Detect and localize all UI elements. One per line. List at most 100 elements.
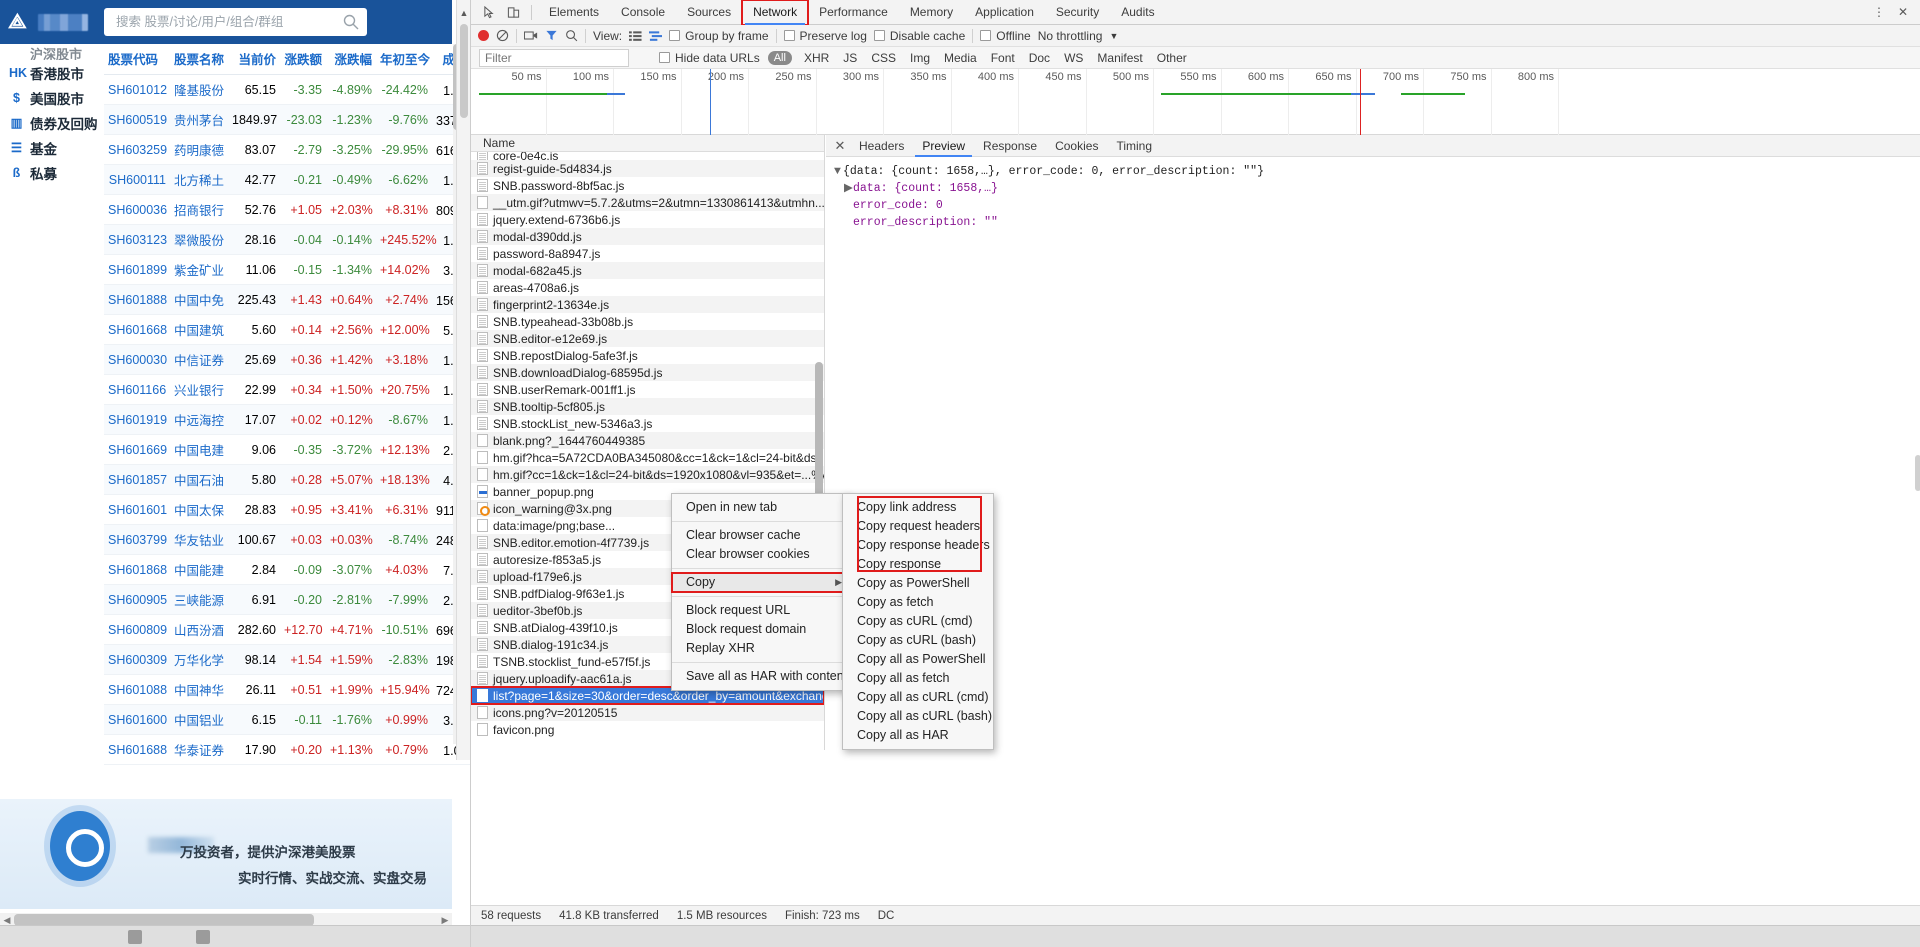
- table-row[interactable]: SH601868中国能建2.84-0.09-3.07%+4.03%7.38亿: [104, 554, 470, 585]
- preserve-log-checkbox[interactable]: Preserve log: [783, 29, 867, 43]
- request-row[interactable]: blank.png?_1644760449385: [471, 432, 824, 449]
- menu-item-open-in-new-tab[interactable]: Open in new tab: [672, 498, 850, 517]
- table-row[interactable]: SH600111北方稀土42.77-0.21-0.49%-6.62%1.01亿: [104, 164, 470, 195]
- request-row[interactable]: SNB.repostDialog-5afe3f.js: [471, 347, 824, 364]
- checkbox-icon[interactable]: [873, 30, 885, 41]
- table-row[interactable]: SH601888中国中免225.43+1.43+0.64%+2.74%1569.…: [104, 284, 470, 315]
- sidebar-item-a-shares[interactable]: 沪深股市: [0, 46, 104, 61]
- tab-performance[interactable]: Performance: [808, 0, 899, 25]
- request-row[interactable]: modal-d390dd.js: [471, 228, 824, 245]
- menu-item-copy-all-as-fetch[interactable]: Copy all as fetch: [843, 669, 993, 688]
- menu-item-copy-as-powershell[interactable]: Copy as PowerShell: [843, 574, 993, 593]
- cell-name[interactable]: 华泰证券: [170, 734, 228, 765]
- cell-name[interactable]: 中国能建: [170, 554, 228, 585]
- table-row[interactable]: SH603799华友钴业100.67+0.03+0.03%-8.74%2488.…: [104, 524, 470, 555]
- col-header-name[interactable]: 股票名称: [170, 44, 228, 75]
- cell-name[interactable]: 中远海控: [170, 404, 228, 435]
- devtools-outer-scrollbar[interactable]: ▲: [456, 0, 470, 760]
- table-row[interactable]: SH600036招商银行52.76+1.05+2.03%+8.31%8099.3…: [104, 194, 470, 225]
- request-row[interactable]: SNB.password-8bf5ac.js: [471, 177, 824, 194]
- cell-name[interactable]: 招商银行: [170, 194, 228, 225]
- cell-name[interactable]: 兴业银行: [170, 374, 228, 405]
- menu-item-clear-browser-cache[interactable]: Clear browser cache: [672, 526, 850, 545]
- cell-code[interactable]: SH601166: [104, 374, 170, 405]
- cell-code[interactable]: SH600309: [104, 644, 170, 675]
- menu-item-copy-all-as-powershell[interactable]: Copy all as PowerShell: [843, 650, 993, 669]
- cell-name[interactable]: 山西汾酒: [170, 614, 228, 645]
- menu-item-clear-browser-cookies[interactable]: Clear browser cookies: [672, 545, 850, 564]
- filter-type-media[interactable]: Media: [942, 51, 979, 65]
- tab-console[interactable]: Console: [610, 0, 676, 25]
- taskbar-app-icon[interactable]: [128, 930, 142, 944]
- checkbox-icon[interactable]: [783, 30, 795, 41]
- filter-type-manifest[interactable]: Manifest: [1095, 51, 1144, 65]
- col-header-change[interactable]: 涨跌额: [280, 44, 326, 75]
- cell-name[interactable]: 北方稀土: [170, 164, 228, 195]
- cell-code[interactable]: SH601888: [104, 284, 170, 315]
- list-view-icon[interactable]: [629, 30, 642, 42]
- filter-type-js[interactable]: JS: [841, 51, 859, 65]
- menu-item-copy[interactable]: Copy ▶: [671, 572, 851, 593]
- table-row[interactable]: SH601899紫金矿业11.06-0.15-1.34%+14.02%3.54亿: [104, 254, 470, 285]
- cell-code[interactable]: SH601919: [104, 404, 170, 435]
- request-row[interactable]: jquery.extend-6736b6.js: [471, 211, 824, 228]
- table-row[interactable]: SH603123翠微股份28.16-0.04-0.14%+245.52%1.44…: [104, 224, 470, 255]
- cell-code[interactable]: SH603123: [104, 224, 170, 255]
- table-row[interactable]: SH600030中信证券25.69+0.36+1.42%+3.18%1.16亿: [104, 344, 470, 375]
- resize-handle[interactable]: [1915, 455, 1920, 491]
- table-row[interactable]: SH601601中国太保28.83+0.95+3.41%+6.31%9112.5…: [104, 494, 470, 525]
- cell-code[interactable]: SH603799: [104, 524, 170, 555]
- cell-code[interactable]: SH601688: [104, 734, 170, 765]
- menu-item-copy-all-as-curl-bash-[interactable]: Copy all as cURL (bash): [843, 707, 993, 726]
- request-row[interactable]: SNB.typeahead-33b08b.js: [471, 313, 824, 330]
- cell-name[interactable]: 中国太保: [170, 494, 228, 525]
- cell-name[interactable]: 中国神华: [170, 674, 228, 705]
- cell-name[interactable]: 中信证券: [170, 344, 228, 375]
- sidebar-item-private-fund[interactable]: ß 私募: [0, 160, 104, 185]
- col-header-code[interactable]: 股票代码: [104, 44, 170, 75]
- request-row[interactable]: hm.gif?hca=5A72CDA0BA345080&cc=1&ck=1&cl…: [471, 449, 824, 466]
- detail-tab-response[interactable]: Response: [974, 135, 1046, 157]
- cell-name[interactable]: 华友钴业: [170, 524, 228, 555]
- tab-audits[interactable]: Audits: [1110, 0, 1165, 25]
- filter-type-img[interactable]: Img: [908, 51, 932, 65]
- network-timeline-overview[interactable]: 50 ms 100 ms 150 ms 200 ms 250 ms 300 ms 350 m…: [471, 69, 1920, 135]
- detail-tab-preview[interactable]: Preview: [913, 135, 974, 157]
- preview-line[interactable]: ▶data: {count: 1658,…}: [834, 180, 1913, 197]
- cell-code[interactable]: SH601899: [104, 254, 170, 285]
- record-button[interactable]: [478, 30, 489, 41]
- cell-code[interactable]: SH601088: [104, 674, 170, 705]
- cell-name[interactable]: 中国中免: [170, 284, 228, 315]
- search-input[interactable]: [114, 8, 329, 36]
- menu-item-copy-all-as-curl-cmd-[interactable]: Copy all as cURL (cmd): [843, 688, 993, 707]
- table-row[interactable]: SH603259药明康德83.07-2.79-3.25%-29.95%6165.…: [104, 134, 470, 165]
- cell-name[interactable]: 隆基股份: [170, 74, 228, 105]
- checkbox-icon[interactable]: [659, 52, 670, 63]
- filter-input[interactable]: [479, 48, 629, 67]
- clear-network-log-icon[interactable]: [496, 29, 509, 42]
- request-row[interactable]: fingerprint2-13634e.js: [471, 296, 824, 313]
- cell-code[interactable]: SH600036: [104, 194, 170, 225]
- tab-sources[interactable]: Sources: [676, 0, 742, 25]
- cell-code[interactable]: SH601669: [104, 434, 170, 465]
- menu-item-copy-response[interactable]: Copy response: [843, 555, 993, 574]
- cell-code[interactable]: SH601012: [104, 74, 170, 105]
- site-logo[interactable]: ⟁: [6, 6, 88, 38]
- menu-item-save-all-as-har-with-content[interactable]: Save all as HAR with content: [672, 667, 850, 686]
- cell-name[interactable]: 药明康德: [170, 134, 228, 165]
- inspect-element-icon[interactable]: [477, 2, 501, 23]
- cell-name[interactable]: 中国铝业: [170, 704, 228, 735]
- scrollbar-thumb[interactable]: [460, 24, 468, 118]
- menu-item-replay-xhr[interactable]: Replay XHR: [672, 639, 850, 658]
- cell-name[interactable]: 三峡能源: [170, 584, 228, 615]
- filter-type-all[interactable]: All: [767, 50, 792, 65]
- table-row[interactable]: SH601669中国电建9.06-0.35-3.72%+12.13%2.90亿: [104, 434, 470, 465]
- request-row[interactable]: SNB.editor-e12e69.js: [471, 330, 824, 347]
- request-row[interactable]: regist-guide-5d4834.js: [471, 160, 824, 177]
- cell-code[interactable]: SH601601: [104, 494, 170, 525]
- request-row[interactable]: modal-682a45.js: [471, 262, 824, 279]
- cell-name[interactable]: 翠微股份: [170, 224, 228, 255]
- offline-checkbox[interactable]: Offline: [980, 29, 1031, 43]
- request-row[interactable]: password-8a8947.js: [471, 245, 824, 262]
- detail-tab-timing[interactable]: Timing: [1107, 135, 1161, 157]
